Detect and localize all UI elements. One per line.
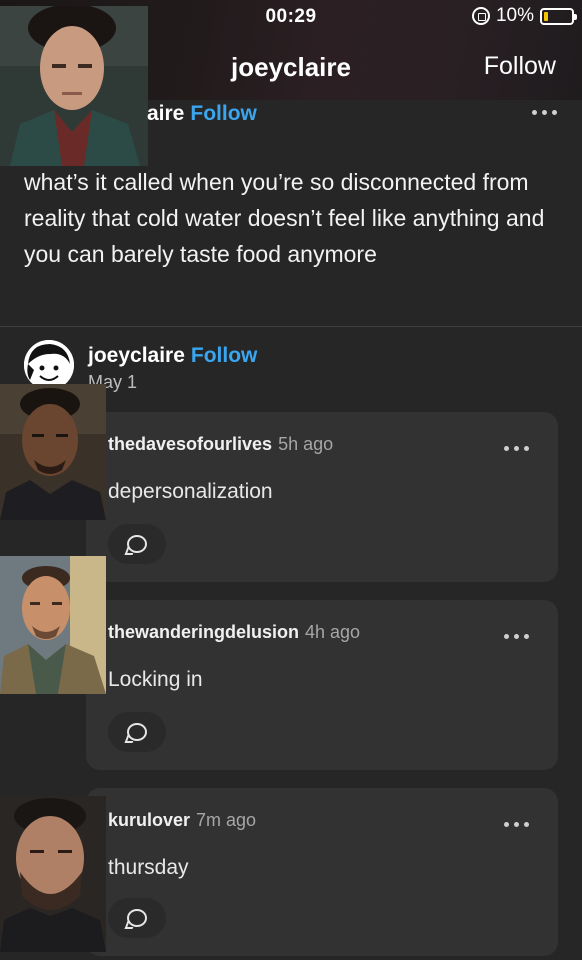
note-more-dots-icon[interactable] [504, 822, 529, 827]
note-time: 4h ago [305, 622, 361, 642]
reblog-follow-button[interactable]: Follow [191, 344, 258, 367]
reblog-author-row: joeyclaire Follow [88, 344, 257, 368]
note-card: kurulover 7m ago thursday [86, 788, 558, 956]
note-more-dots-icon[interactable] [504, 446, 529, 451]
note-username[interactable]: thedavesofourlives [108, 434, 272, 454]
header-follow-button[interactable]: Follow [484, 52, 556, 81]
reblog-username[interactable]: joeyclaire [88, 344, 185, 367]
post-more-dots-icon[interactable] [532, 110, 557, 115]
note-avatar[interactable] [0, 556, 106, 694]
reblog-avatar[interactable] [24, 340, 74, 390]
post-text: what’s it called when you’re so disconne… [24, 169, 545, 267]
post-screen: 00:29 10% joeyclaire Follow aire Follow w… [0, 0, 582, 960]
post-author-name[interactable]: aire [147, 102, 184, 125]
note-username[interactable]: thewanderingdelusion [108, 622, 299, 642]
note-text: depersonalization [108, 480, 273, 503]
note-text: Locking in [108, 668, 203, 691]
reply-button[interactable] [108, 898, 166, 938]
reply-bubble-icon [127, 535, 147, 553]
post-follow-button[interactable]: Follow [190, 102, 257, 125]
note-text: thursday [108, 856, 189, 879]
post-author-row: aire Follow [147, 102, 257, 126]
note-time: 7m ago [196, 810, 257, 830]
note-time: 5h ago [278, 434, 334, 454]
reply-bubble-icon [127, 723, 147, 741]
post-author-avatar[interactable] [0, 6, 148, 166]
divider [0, 326, 582, 327]
battery-icon [540, 7, 577, 25]
reply-button[interactable] [108, 524, 166, 564]
battery-percent: 10% [495, 5, 534, 26]
note-username[interactable]: kurulover [108, 810, 190, 830]
note-avatar[interactable] [0, 384, 106, 520]
status-right: 10% [471, 5, 577, 27]
note-card: thewanderingdelusion 4h ago Locking in [86, 600, 558, 770]
alarm-lock-icon [471, 7, 490, 25]
note-header: thedavesofourlives 5h ago [108, 434, 333, 455]
note-header: thewanderingdelusion 4h ago [108, 622, 360, 643]
note-card: thedavesofourlives 5h ago depersonalizati… [86, 412, 558, 582]
note-more-dots-icon[interactable] [504, 634, 529, 639]
note-avatar[interactable] [0, 796, 106, 952]
reply-button[interactable] [108, 712, 166, 752]
reply-bubble-icon [127, 909, 147, 927]
note-header: kurulover 7m ago [108, 810, 256, 831]
